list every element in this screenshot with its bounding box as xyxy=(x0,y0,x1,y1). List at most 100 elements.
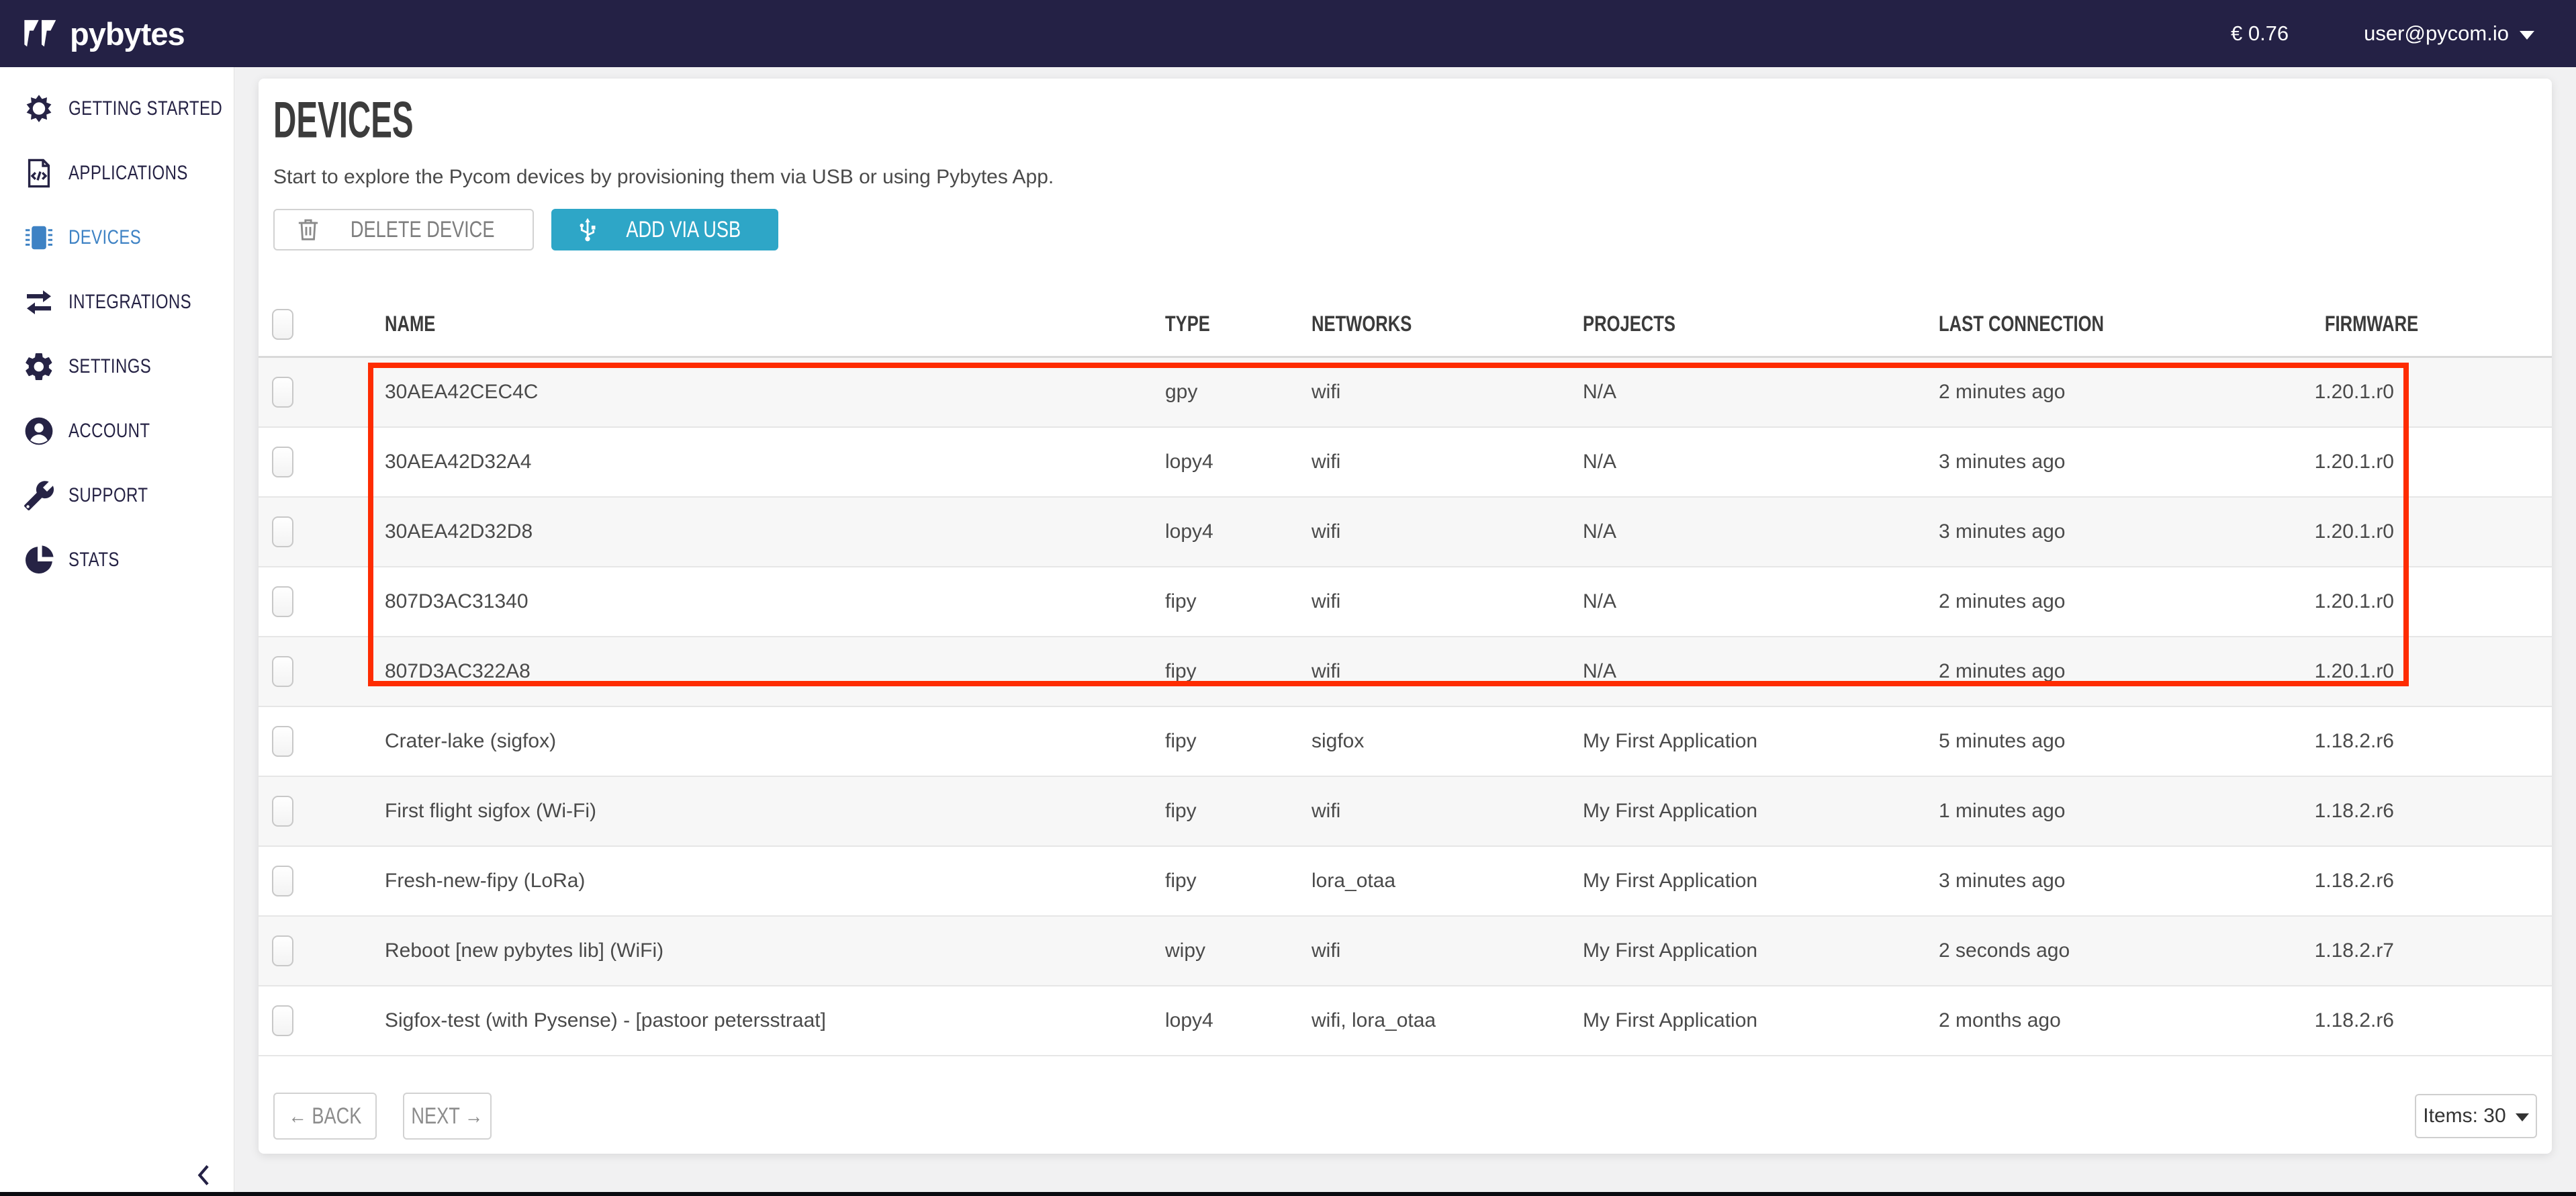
cell-firmware: 1.18.2.r6 xyxy=(2301,730,2552,753)
cell-last-connection: 2 months ago xyxy=(1925,1009,2301,1032)
sidebar-item-label: SUPPORT xyxy=(68,484,148,507)
cell-networks: wifi xyxy=(1298,660,1569,683)
row-checkbox[interactable] xyxy=(272,866,293,896)
sidebar-item-stats[interactable]: STATS xyxy=(0,528,234,592)
table-row[interactable]: Crater-lake (sigfox) fipy sigfox My Firs… xyxy=(259,707,2552,777)
cell-projects: My First Application xyxy=(1569,870,1925,892)
cell-networks: sigfox xyxy=(1298,730,1569,753)
sidebar: GETTING STARTED APPLICATIONS DEVICES INT… xyxy=(0,67,234,1192)
cell-firmware: 1.20.1.r0 xyxy=(2301,660,2552,683)
user-icon xyxy=(23,415,55,447)
cell-firmware: 1.20.1.r0 xyxy=(2301,451,2552,473)
chevron-down-icon xyxy=(2516,1113,2529,1121)
table-row[interactable]: 30AEA42CEC4C gpy wifi N/A 2 minutes ago … xyxy=(259,358,2552,428)
cell-projects: N/A xyxy=(1569,520,1925,543)
cell-networks: wifi xyxy=(1298,451,1569,473)
row-checkbox[interactable] xyxy=(272,656,293,687)
cell-networks: wifi xyxy=(1298,381,1569,404)
back-button[interactable]: ← BACK xyxy=(273,1093,377,1140)
pybytes-logo-icon xyxy=(23,19,60,48)
cell-networks: wifi xyxy=(1298,520,1569,543)
cell-projects: N/A xyxy=(1569,451,1925,473)
sidebar-item-getting-started[interactable]: GETTING STARTED xyxy=(0,77,234,141)
page-subtitle: Start to explore the Pycom devices by pr… xyxy=(273,166,2552,189)
table-row[interactable]: First flight sigfox (Wi-Fi) fipy wifi My… xyxy=(259,777,2552,847)
page-title: DEVICES xyxy=(273,96,2552,144)
sidebar-item-devices[interactable]: DEVICES xyxy=(0,205,234,270)
row-checkbox[interactable] xyxy=(272,377,293,408)
sidebar-collapse-button[interactable] xyxy=(189,1160,219,1190)
cell-last-connection: 2 minutes ago xyxy=(1925,660,2301,683)
items-per-page-dropdown[interactable]: Items: 30 xyxy=(2415,1094,2537,1138)
row-checkbox[interactable] xyxy=(272,1005,293,1036)
select-all-checkbox[interactable] xyxy=(272,309,293,340)
cell-firmware: 1.18.2.r6 xyxy=(2301,1009,2552,1032)
cell-type: wipy xyxy=(1152,939,1298,962)
cell-networks: wifi, lora_otaa xyxy=(1298,1009,1569,1032)
main-content: DEVICES Start to explore the Pycom devic… xyxy=(234,67,2576,1192)
cell-name: 807D3AC31340 xyxy=(371,590,1152,613)
topbar: pybytes € 0.76 user@pycom.io xyxy=(0,0,2576,67)
cell-name: 30AEA42CEC4C xyxy=(371,381,1152,404)
cell-name: 30AEA42D32A4 xyxy=(371,451,1152,473)
user-menu[interactable]: user@pycom.io xyxy=(2364,21,2534,46)
cell-firmware: 1.18.2.r6 xyxy=(2301,870,2552,892)
sidebar-item-label: ACCOUNT xyxy=(68,420,150,443)
row-checkbox[interactable] xyxy=(272,586,293,617)
table-row[interactable]: 807D3AC322A8 fipy wifi N/A 2 minutes ago… xyxy=(259,637,2552,707)
column-header-networks: NETWORKS xyxy=(1298,312,1569,336)
trash-icon xyxy=(295,216,322,243)
cell-last-connection: 5 minutes ago xyxy=(1925,730,2301,753)
actions-bar: DELETE DEVICE ADD VIA USB xyxy=(273,209,2552,250)
row-checkbox[interactable] xyxy=(272,447,293,477)
row-checkbox[interactable] xyxy=(272,796,293,827)
table-row[interactable]: Reboot [new pybytes lib] (WiFi) wipy wif… xyxy=(259,917,2552,986)
table-row[interactable]: 30AEA42D32D8 lopy4 wifi N/A 3 minutes ag… xyxy=(259,498,2552,567)
next-button[interactable]: NEXT → xyxy=(403,1093,492,1140)
cell-projects: My First Application xyxy=(1569,939,1925,962)
devices-card: DEVICES Start to explore the Pycom devic… xyxy=(259,79,2552,1154)
cell-name: First flight sigfox (Wi-Fi) xyxy=(371,800,1152,823)
cell-projects: My First Application xyxy=(1569,730,1925,753)
sidebar-item-integrations[interactable]: INTEGRATIONS xyxy=(0,270,234,334)
cell-type: fipy xyxy=(1152,660,1298,683)
pybytes-logo[interactable]: pybytes xyxy=(23,15,185,52)
cell-networks: wifi xyxy=(1298,939,1569,962)
row-checkbox[interactable] xyxy=(272,516,293,547)
sidebar-item-applications[interactable]: APPLICATIONS xyxy=(0,141,234,205)
chip-icon xyxy=(23,222,55,254)
cell-type: lopy4 xyxy=(1152,1009,1298,1032)
cell-networks: wifi xyxy=(1298,590,1569,613)
table-row[interactable]: 807D3AC31340 fipy wifi N/A 2 minutes ago… xyxy=(259,567,2552,637)
delete-device-button[interactable]: DELETE DEVICE xyxy=(273,209,534,250)
sidebar-item-account[interactable]: ACCOUNT xyxy=(0,399,234,463)
pybytes-logo-text: pybytes xyxy=(70,15,185,52)
table-row[interactable]: 30AEA42D32A4 lopy4 wifi N/A 3 minutes ag… xyxy=(259,428,2552,498)
cell-last-connection: 1 minutes ago xyxy=(1925,800,2301,823)
cell-name: Sigfox-test (with Pysense) - [pastoor pe… xyxy=(371,1009,1152,1032)
account-balance[interactable]: € 0.76 xyxy=(2231,21,2289,46)
cell-name: Crater-lake (sigfox) xyxy=(371,730,1152,753)
code-icon xyxy=(23,157,55,189)
row-checkbox[interactable] xyxy=(272,726,293,757)
table-row[interactable]: Fresh-new-fipy (LoRa) fipy lora_otaa My … xyxy=(259,847,2552,917)
cell-last-connection: 3 minutes ago xyxy=(1925,451,2301,473)
cell-firmware: 1.20.1.r0 xyxy=(2301,520,2552,543)
sidebar-item-support[interactable]: SUPPORT xyxy=(0,463,234,528)
cell-type: gpy xyxy=(1152,381,1298,404)
swap-icon xyxy=(23,286,55,318)
cell-last-connection: 3 minutes ago xyxy=(1925,520,2301,543)
sidebar-item-settings[interactable]: SETTINGS xyxy=(0,334,234,399)
column-header-projects: PROJECTS xyxy=(1569,312,1925,336)
usb-icon xyxy=(574,216,601,243)
sidebar-item-label: STATS xyxy=(68,549,120,571)
cell-firmware: 1.18.2.r7 xyxy=(2301,939,2552,962)
cell-firmware: 1.18.2.r6 xyxy=(2301,800,2552,823)
table-row[interactable]: Sigfox-test (with Pysense) - [pastoor pe… xyxy=(259,986,2552,1056)
row-checkbox[interactable] xyxy=(272,935,293,966)
cell-name: Fresh-new-fipy (LoRa) xyxy=(371,870,1152,892)
cell-projects: My First Application xyxy=(1569,1009,1925,1032)
cell-networks: lora_otaa xyxy=(1298,870,1569,892)
column-header-name: NAME xyxy=(371,312,1152,336)
add-via-usb-button[interactable]: ADD VIA USB xyxy=(551,209,778,250)
